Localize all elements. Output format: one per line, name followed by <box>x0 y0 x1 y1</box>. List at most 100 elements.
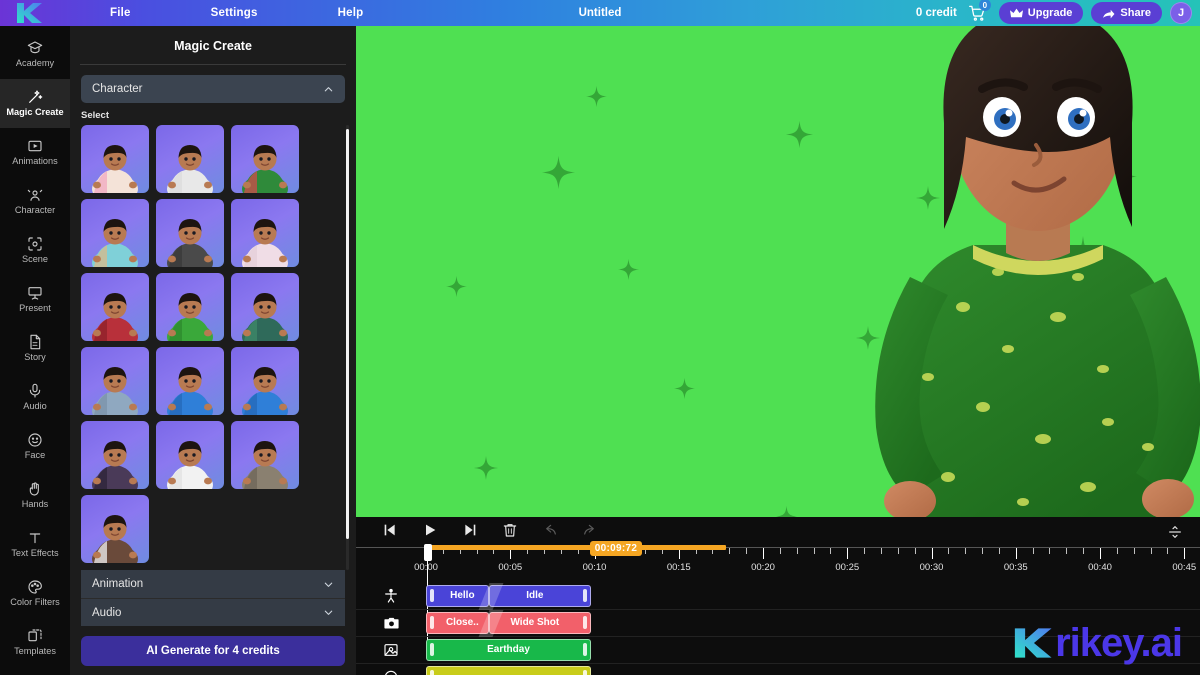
playhead[interactable] <box>424 544 432 561</box>
sidebar-item-present[interactable]: Present <box>0 275 70 324</box>
animation-person-icon[interactable] <box>356 588 426 604</box>
character-thumbnail[interactable] <box>231 347 299 415</box>
ruler-label: 00:25 <box>835 562 859 573</box>
presentation-icon <box>27 285 43 301</box>
clip-handle-right[interactable] <box>583 643 587 656</box>
delete-button[interactable] <box>490 517 530 547</box>
sidebar-item-templates[interactable]: Templates <box>0 618 70 667</box>
section-audio[interactable]: Audio <box>81 598 345 626</box>
sidebar-item-audio[interactable]: Audio <box>0 373 70 422</box>
character-thumbnail[interactable] <box>81 347 149 415</box>
sidebar-item-academy[interactable]: Academy <box>0 30 70 79</box>
crown-icon <box>1010 8 1023 19</box>
shopping-cart-icon[interactable]: 0 <box>965 1 991 25</box>
sidebar-item-animations[interactable]: Animations <box>0 128 70 177</box>
stage-column: 00:0000:0500:1000:1500:2000:2500:3000:35… <box>356 26 1200 675</box>
timeline-clip[interactable]: Idle <box>489 585 591 607</box>
character-thumbnail[interactable] <box>81 125 149 193</box>
character-thumbnail[interactable] <box>81 495 149 563</box>
section-animation[interactable]: Animation <box>81 570 345 598</box>
character-thumbnail[interactable] <box>231 199 299 267</box>
magic-wand-icon <box>27 89 43 105</box>
ruler-tick-major <box>847 548 848 559</box>
top-menu: File Settings Help <box>56 7 373 19</box>
microphone-icon <box>27 383 43 399</box>
timeline-clip[interactable] <box>426 666 591 675</box>
character-thumbnail[interactable] <box>156 273 224 341</box>
character-thumbnail[interactable] <box>156 125 224 193</box>
vertical-resize-icon[interactable] <box>1164 521 1186 543</box>
jump-to-start-button[interactable] <box>370 517 410 547</box>
sidebar-item-character[interactable]: Character <box>0 177 70 226</box>
clip-label: Hello <box>437 590 488 601</box>
share-button[interactable]: Share <box>1091 2 1162 24</box>
ruler-label: 00:20 <box>751 562 775 573</box>
timeline-clip[interactable]: Close.. <box>426 612 489 634</box>
clip-label: Earthday <box>437 644 580 655</box>
clip-handle-right[interactable] <box>583 616 587 629</box>
panel-scrollbar-track[interactable] <box>346 125 349 570</box>
menu-settings[interactable]: Settings <box>201 7 268 19</box>
ruler-tick-minor <box>915 548 916 554</box>
character-preview-viewport[interactable] <box>356 26 1200 517</box>
timeline-tracks: HelloIdleClose..Wide ShotEarthday <box>356 583 1200 675</box>
section-animation-label: Animation <box>92 578 143 590</box>
top-bar-actions: 0 credit 0 Upgrade Share J <box>916 1 1200 25</box>
clip-handle-right[interactable] <box>583 589 587 602</box>
ruler-label: 00:10 <box>583 562 607 573</box>
timeline-range-bar[interactable] <box>426 545 726 550</box>
clip-handle-left[interactable] <box>430 643 434 656</box>
section-character[interactable]: Character <box>81 75 345 103</box>
audio-track-icon[interactable] <box>356 669 426 675</box>
menu-help[interactable]: Help <box>328 7 374 19</box>
character-thumbnail[interactable] <box>81 421 149 489</box>
panel-divider <box>80 64 346 65</box>
clip-handle-left[interactable] <box>430 616 434 629</box>
krikey-k-logo-icon[interactable] <box>0 0 56 26</box>
sidebar-item-color-filters[interactable]: Color Filters <box>0 569 70 618</box>
upgrade-label: Upgrade <box>1028 7 1073 19</box>
undo-button[interactable] <box>530 517 570 547</box>
track-lane[interactable] <box>426 664 1200 675</box>
ai-generate-button[interactable]: AI Generate for 4 credits <box>81 636 345 666</box>
sidebar-item-magic-create[interactable]: Magic Create <box>0 79 70 128</box>
character-thumbnail[interactable] <box>231 421 299 489</box>
clip-handle-left[interactable] <box>430 589 434 602</box>
clip-handle-left[interactable] <box>430 670 434 675</box>
panel-scrollbar-thumb[interactable] <box>346 129 349 539</box>
clip-handle-right[interactable] <box>583 670 587 675</box>
scene-image-icon[interactable] <box>356 642 426 658</box>
jump-to-end-button[interactable] <box>450 517 490 547</box>
sidebar-item-text-effects[interactable]: Text Effects <box>0 520 70 569</box>
timeline-clip[interactable]: Hello <box>426 585 489 607</box>
ruler-tick-minor <box>1151 548 1152 554</box>
sidebar-item-story[interactable]: Story <box>0 324 70 373</box>
character-thumbnail[interactable] <box>156 199 224 267</box>
character-thumbnail[interactable] <box>231 273 299 341</box>
credit-balance: 0 credit <box>916 7 957 19</box>
timeline-clip[interactable]: Wide Shot <box>489 612 591 634</box>
track-lane[interactable]: Close..Wide Shot <box>426 610 1200 637</box>
play-button[interactable] <box>410 517 450 547</box>
timeline-ruler[interactable]: 00:0000:0500:1000:1500:2000:2500:3000:35… <box>356 547 1200 583</box>
section-character-label: Character <box>92 83 143 95</box>
ruler-tick-major <box>1184 548 1185 559</box>
ruler-tick-minor <box>814 548 815 554</box>
upgrade-button[interactable]: Upgrade <box>999 2 1084 24</box>
track-lane[interactable]: HelloIdle <box>426 583 1200 610</box>
track-lane[interactable]: Earthday <box>426 637 1200 664</box>
menu-file[interactable]: File <box>100 7 141 19</box>
sparkle-icon <box>542 156 575 194</box>
character-thumbnail[interactable] <box>231 125 299 193</box>
sidebar-item-scene[interactable]: Scene <box>0 226 70 275</box>
avatar[interactable]: J <box>1170 2 1192 24</box>
character-thumbnail[interactable] <box>156 421 224 489</box>
trash-icon <box>502 522 518 543</box>
character-thumbnail[interactable] <box>81 273 149 341</box>
character-thumbnail[interactable] <box>156 347 224 415</box>
timeline-clip[interactable]: Earthday <box>426 639 591 661</box>
sidebar-item-hands[interactable]: Hands <box>0 471 70 520</box>
character-thumbnail[interactable] <box>81 199 149 267</box>
camera-icon[interactable] <box>356 615 426 632</box>
sidebar-item-face[interactable]: Face <box>0 422 70 471</box>
